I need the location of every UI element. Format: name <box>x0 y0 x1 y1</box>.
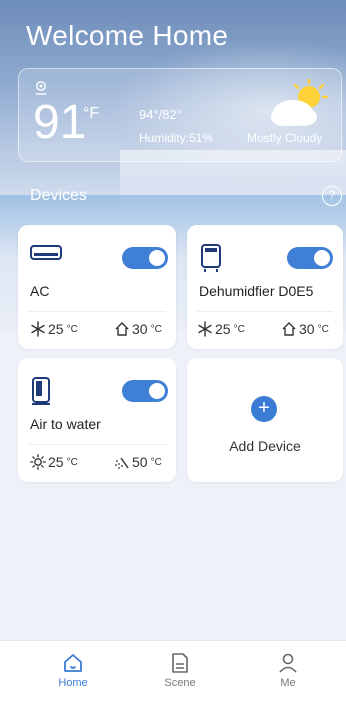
high-low-temp: 94°/82° <box>139 107 182 122</box>
partly-cloudy-icon <box>271 79 329 126</box>
devices-section-title: Devices <box>30 187 87 204</box>
temperature-unit: °F <box>83 105 100 122</box>
device-card-air-to-water[interactable]: Air to water 25 °C 50 °C <box>18 358 176 482</box>
tab-me-label: Me <box>280 677 296 689</box>
heat-pump-icon <box>32 377 50 405</box>
temperature-value: 91 <box>33 96 87 149</box>
tab-me[interactable]: Me <box>258 651 318 689</box>
home-icon <box>281 321 297 337</box>
device-card-dehumidifier[interactable]: Dehumidfier D0E5 25 °C 30 °C <box>187 225 343 349</box>
set-temp-unit: °C <box>233 323 245 335</box>
power-toggle[interactable] <box>287 247 333 269</box>
sun-icon <box>30 454 46 470</box>
set-temp: 25 °C <box>197 321 245 337</box>
power-toggle[interactable] <box>122 247 168 269</box>
water-temp-unit: °C <box>150 456 162 468</box>
room-temp-value: 30 <box>299 321 315 337</box>
water-temp: 50 °C <box>114 454 162 470</box>
help-icon[interactable]: ? <box>322 186 342 206</box>
heating-temp: 25 °C <box>30 454 78 470</box>
device-card-ac[interactable]: AC 25 °C 30 °C <box>18 225 176 349</box>
tab-scene[interactable]: Scene <box>150 651 210 689</box>
add-icon[interactable]: + <box>251 396 277 422</box>
add-device-label: Add Device <box>229 438 301 454</box>
set-temp-value: 25 <box>48 321 64 337</box>
device-name: Air to water <box>30 416 101 432</box>
snowflake-icon <box>197 321 213 337</box>
snowflake-icon <box>30 321 46 337</box>
tab-scene-label: Scene <box>164 677 196 689</box>
set-temp-value: 25 <box>215 321 231 337</box>
set-temp-unit: °C <box>66 323 78 335</box>
location-icon <box>36 81 46 95</box>
page-title: Welcome Home <box>26 20 229 51</box>
divider <box>197 311 333 312</box>
room-temp: 30 °C <box>114 321 162 337</box>
ac-unit-icon <box>30 245 62 260</box>
shower-icon <box>114 454 130 470</box>
divider <box>28 444 166 445</box>
room-temp-value: 30 <box>132 321 148 337</box>
room-temp: 30 °C <box>281 321 329 337</box>
divider <box>28 311 166 312</box>
weather-card[interactable]: 91 °F 94°/82° Humidity:51% Mostly Cloudy <box>18 68 342 162</box>
home-icon <box>64 654 82 672</box>
room-temp-unit: °C <box>317 323 329 335</box>
add-device-card[interactable]: + Add Device <box>187 358 343 482</box>
power-toggle[interactable] <box>122 380 168 402</box>
room-temp-unit: °C <box>150 323 162 335</box>
heating-temp-unit: °C <box>66 456 78 468</box>
bottom-tab-bar: Home Scene Me <box>0 640 346 717</box>
weather-condition: Mostly Cloudy <box>247 131 323 145</box>
humidity-text: Humidity:51% <box>139 131 214 145</box>
device-name: AC <box>30 283 50 299</box>
dehumidifier-icon <box>201 244 221 272</box>
home-icon <box>114 321 130 337</box>
user-icon <box>279 653 297 673</box>
set-temp: 25 °C <box>30 321 78 337</box>
scene-icon <box>172 653 188 673</box>
tab-home[interactable]: Home <box>43 651 103 689</box>
tab-home-label: Home <box>58 677 88 689</box>
water-temp-value: 50 <box>132 454 148 470</box>
heating-temp-value: 25 <box>48 454 64 470</box>
device-name: Dehumidfier D0E5 <box>199 283 314 299</box>
